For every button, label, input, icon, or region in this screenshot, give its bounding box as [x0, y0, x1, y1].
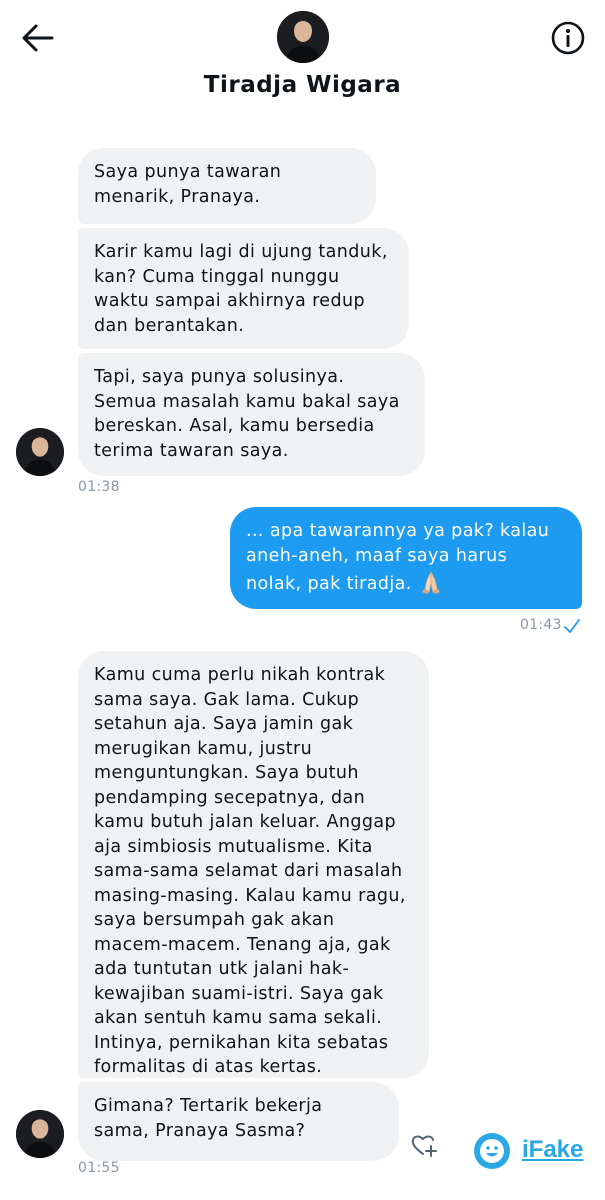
message-bubble-outgoing[interactable]: ... apa tawarannya ya pak? kalau aneh-an… [230, 507, 582, 609]
react-button[interactable] [410, 1131, 438, 1159]
message-timestamp: 01:55 [78, 1160, 120, 1176]
message-timestamp: 01:43 [520, 617, 562, 633]
message-bubble-incoming[interactable]: Saya punya tawaran menarik, Pranaya. [78, 148, 376, 224]
message-bubble-incoming[interactable]: Gimana? Tertarik bekerja sama, Pranaya S… [78, 1082, 399, 1161]
conversation-header: Tiradja Wigara [0, 0, 605, 120]
info-circle-icon [551, 21, 585, 55]
watermark-label: iFake [522, 1136, 584, 1163]
message-text: ... apa tawarannya ya pak? kalau aneh-an… [246, 521, 550, 594]
message-timestamp: 01:38 [78, 479, 120, 495]
message-bubble-incoming[interactable]: Kamu cuma perlu nikah kontrak sama saya.… [78, 651, 429, 1078]
person-silhouette-icon [277, 11, 329, 63]
arrow-left-icon [22, 24, 54, 52]
message-bubble-incoming[interactable]: Tapi, saya punya solusinya. Semua masala… [78, 353, 425, 476]
contact-avatar[interactable] [277, 11, 329, 63]
contact-name: Tiradja Wigara [203, 72, 402, 98]
back-button[interactable] [20, 22, 56, 54]
sender-avatar[interactable] [16, 1110, 64, 1158]
heart-plus-icon [411, 1135, 437, 1157]
person-silhouette-icon [16, 428, 64, 476]
smiley-logo-icon [474, 1133, 510, 1169]
folded-hands-icon [418, 568, 444, 594]
person-silhouette-icon [16, 1110, 64, 1158]
message-bubble-incoming[interactable]: Karir kamu lagi di ujung tanduk, kan? Cu… [78, 228, 409, 349]
sender-avatar[interactable] [16, 428, 64, 476]
info-button[interactable] [550, 20, 586, 56]
sent-check-icon [564, 619, 580, 633]
